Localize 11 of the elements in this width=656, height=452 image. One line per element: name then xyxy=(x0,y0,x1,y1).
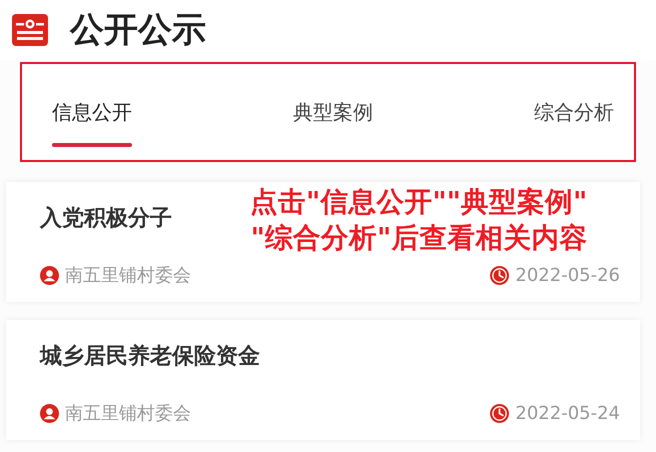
article-date: 2022-05-24 xyxy=(515,402,620,424)
tab[interactable]: 综合分析 xyxy=(534,62,614,162)
article-author: 南五里铺村委会 xyxy=(65,264,191,287)
article-title: 入党积极分子 xyxy=(40,205,172,233)
article-card[interactable]: 城乡居民养老保险资金 南五里铺村委会 2022-05-24 xyxy=(6,320,640,440)
article-title: 城乡居民养老保险资金 xyxy=(40,342,260,371)
article-date: 2022-05-26 xyxy=(515,264,620,286)
tab[interactable]: 典型案例 xyxy=(293,62,373,162)
tab[interactable]: 信息公开 xyxy=(52,62,132,162)
page-title: 公开公示 xyxy=(70,9,206,52)
article-author: 南五里铺村委会 xyxy=(65,402,191,425)
